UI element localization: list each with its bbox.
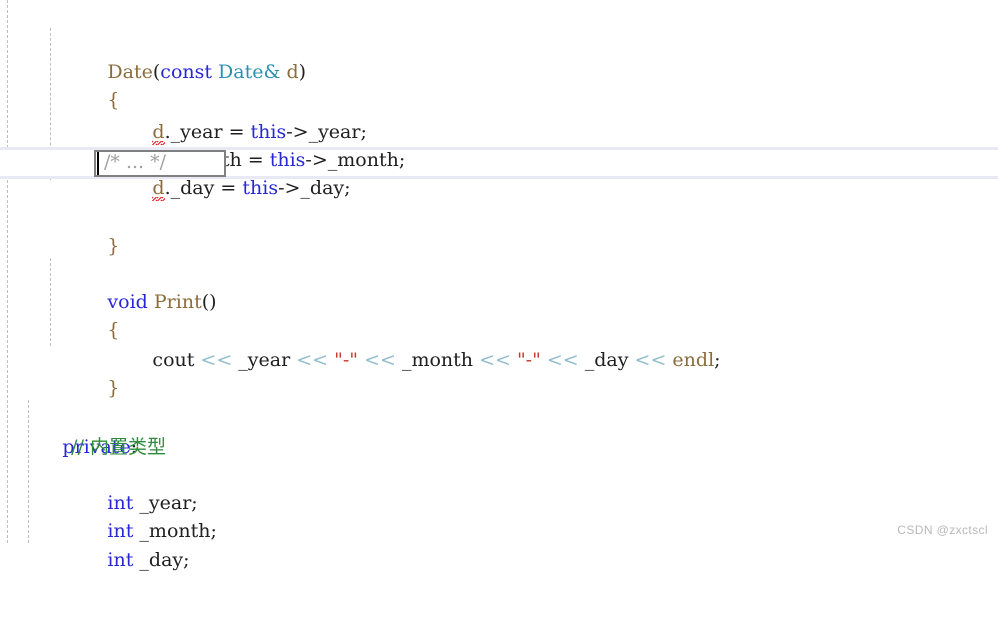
code-line-4[interactable]: d._month = this->_month; bbox=[0, 90, 998, 173]
code-line-16[interactable]: int _year; bbox=[0, 433, 998, 514]
watermark-label: CSDN @zxctscl bbox=[897, 523, 988, 537]
code-line-7[interactable]: } bbox=[0, 176, 998, 257]
code-line-17[interactable]: int _month; bbox=[0, 461, 998, 542]
code-line-2[interactable]: { bbox=[0, 30, 998, 111]
code-line-12[interactable]: } bbox=[0, 318, 998, 399]
code-line-3[interactable]: d._year = this->_year; bbox=[0, 62, 998, 145]
snippet-placeholder-text: /* ... */ bbox=[104, 151, 167, 173]
text-caret bbox=[97, 152, 99, 175]
code-line-1[interactable]: Date(const Date& d) bbox=[0, 2, 998, 83]
code-line-10[interactable]: { bbox=[0, 260, 998, 341]
code-line-13-blank[interactable] bbox=[0, 348, 998, 376]
code-editor-pane[interactable]: Date(const Date& d) { d._year = this->_y… bbox=[0, 0, 998, 571]
token-keyword-int-3: int bbox=[107, 549, 134, 571]
token-field-day: _day; bbox=[139, 549, 190, 571]
code-line-14[interactable]: private: bbox=[0, 377, 998, 458]
code-line-11[interactable]: cout << _year << "-" << _month << "-" <<… bbox=[0, 290, 998, 371]
code-line-18[interactable]: int _day; bbox=[0, 490, 998, 571]
code-line-5[interactable]: d._day = this->_day; bbox=[0, 118, 998, 201]
code-line-8-blank[interactable] bbox=[0, 204, 998, 232]
code-line-15[interactable]: // 内置类型 bbox=[0, 405, 998, 458]
code-line-9[interactable]: void Print() bbox=[0, 232, 998, 313]
